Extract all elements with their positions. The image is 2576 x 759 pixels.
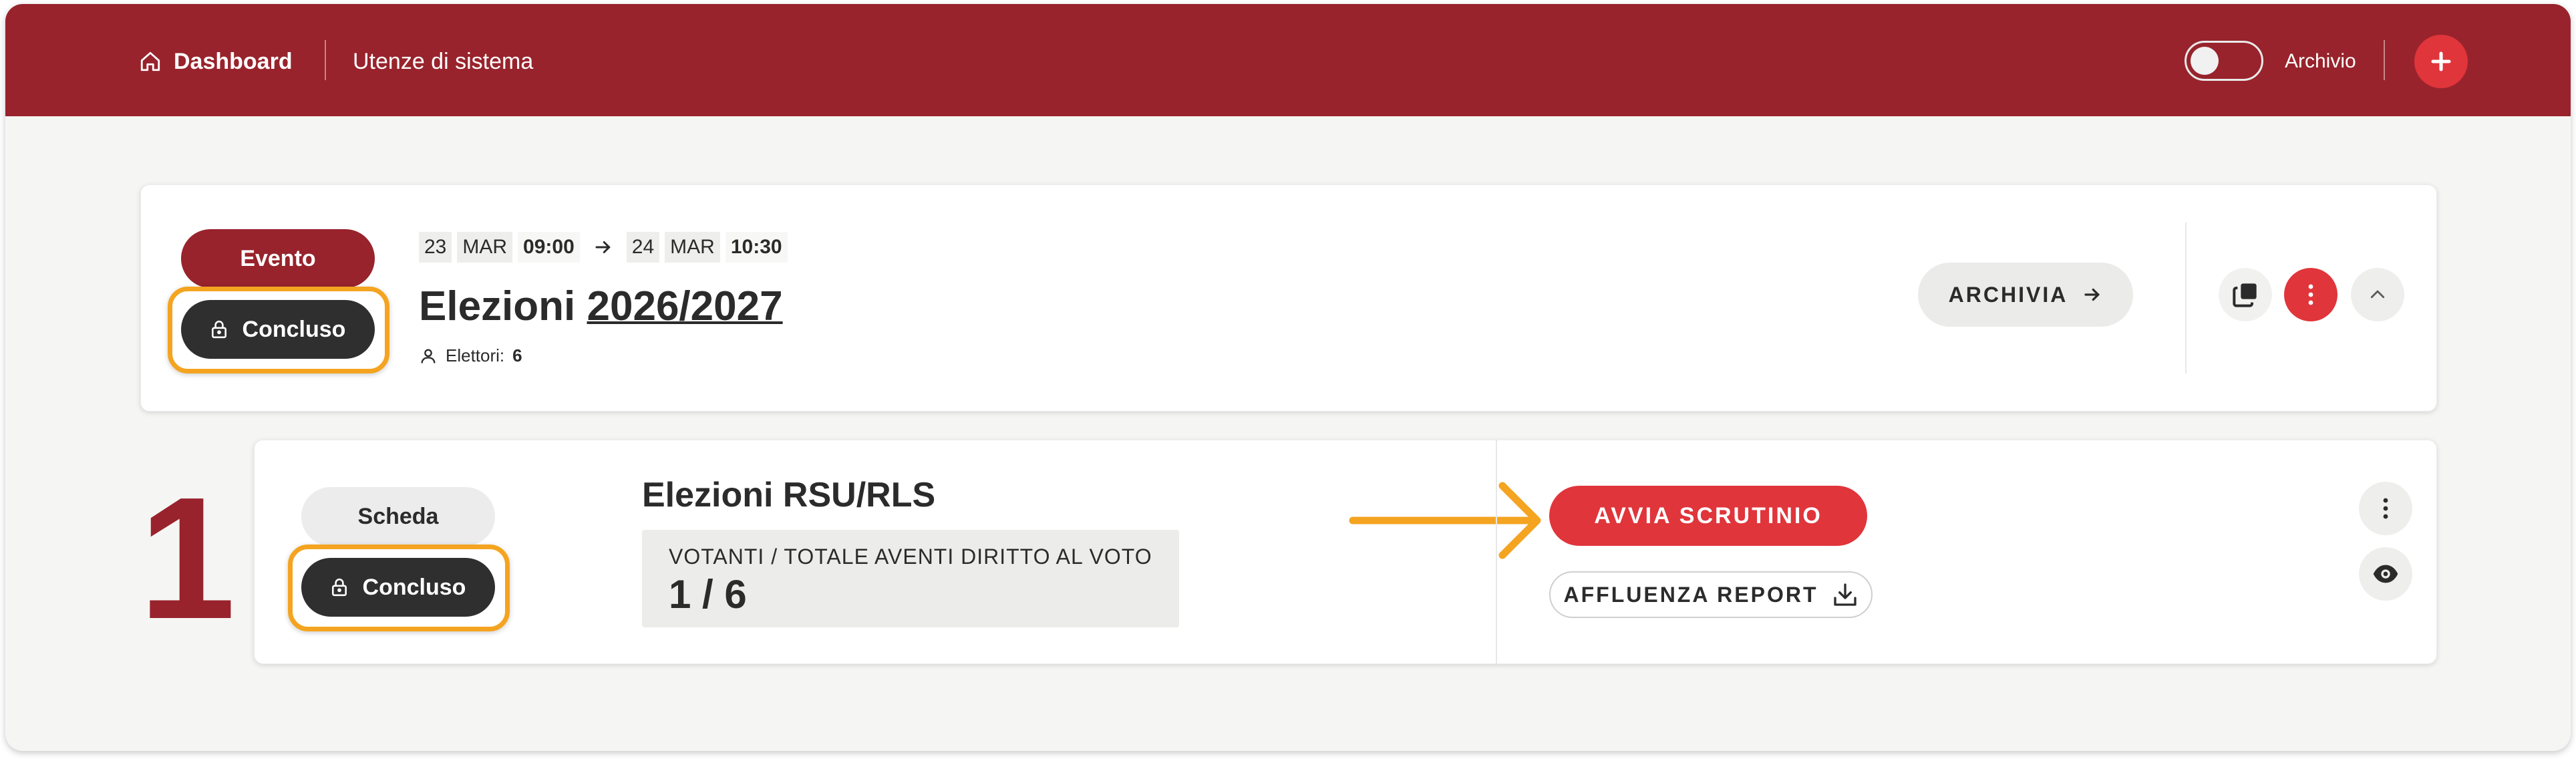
toggle-knob	[2191, 47, 2219, 75]
nav-system-users-label: Utenze di sistema	[353, 48, 534, 74]
archive-button[interactable]: ARCHIVIA	[1918, 263, 2133, 327]
event-type-badge: Evento	[181, 229, 375, 288]
event-title-prefix: Elezioni	[419, 283, 576, 329]
turnout-report-label: AFFLUENZA REPORT	[1563, 582, 1818, 607]
ballot-title: Elezioni RSU/RLS	[642, 476, 936, 514]
turnout-value: 1 / 6	[669, 572, 747, 617]
preview-button[interactable]	[2359, 547, 2412, 601]
header-divider	[2384, 40, 2385, 80]
event-more-menu-button[interactable]	[2284, 268, 2338, 321]
end-time: 10:30	[725, 232, 788, 263]
end-day: 24	[626, 232, 660, 263]
collapse-button[interactable]	[2351, 268, 2404, 321]
voters-value: 6	[512, 345, 522, 365]
turnout-label: VOTANTI / TOTALE AVENTI DIRITTO AL VOTO	[669, 545, 1152, 569]
vertical-divider	[2185, 222, 2187, 373]
ballot-card: Scheda Concluso Elezioni RSU/RLS VOTANTI…	[254, 440, 2437, 665]
ballot-type-badge: Scheda	[301, 487, 495, 546]
event-title: Elezioni 2026/2027	[419, 283, 783, 330]
archive-button-label: ARCHIVIA	[1948, 282, 2068, 307]
add-button[interactable]	[2414, 35, 2468, 88]
kebab-menu-icon	[2308, 284, 2313, 305]
lock-icon	[331, 578, 347, 597]
callout-arrow-icon	[1349, 482, 1541, 559]
voters-count: Elettori: 6	[419, 345, 522, 366]
download-icon	[1833, 583, 1857, 606]
arrow-right-icon	[595, 241, 611, 253]
turnout-box: VOTANTI / TOTALE AVENTI DIRITTO AL VOTO …	[642, 530, 1179, 627]
turnout-report-button[interactable]: AFFLUENZA REPORT	[1549, 571, 1873, 618]
chevron-up-icon	[2370, 290, 2385, 299]
archive-toggle-label: Archivio	[2285, 50, 2356, 72]
nav-dashboard-label: Dashboard	[174, 48, 293, 74]
start-count-button[interactable]: AVVIA SCRUTINIO	[1549, 486, 1867, 546]
event-status-label: Concluso	[242, 316, 346, 342]
vertical-divider	[1496, 440, 1497, 665]
ballot-status-badge: Concluso	[301, 558, 495, 617]
archive-toggle[interactable]	[2185, 41, 2263, 81]
event-card: Evento Concluso 23 MAR 09:00 24 MAR 10:3…	[140, 184, 2437, 412]
ballot-more-menu-button[interactable]	[2359, 482, 2412, 535]
nav-system-users-link[interactable]: Utenze di sistema	[353, 48, 533, 75]
kebab-menu-icon	[2383, 498, 2388, 519]
duplicate-button[interactable]	[2219, 268, 2272, 321]
nav-divider	[325, 40, 326, 80]
plus-icon	[2431, 51, 2451, 71]
arrow-right-icon	[2084, 288, 2100, 301]
end-month: MAR	[665, 232, 720, 263]
start-month: MAR	[457, 232, 513, 263]
lock-icon	[211, 320, 226, 339]
event-status-badge: Concluso	[181, 300, 375, 359]
start-time: 09:00	[518, 232, 580, 263]
event-date-range: 23 MAR 09:00 24 MAR 10:30	[419, 232, 788, 263]
user-icon	[421, 349, 436, 363]
top-navbar: Dashboard Utenze di sistema Archivio	[5, 4, 2571, 116]
home-icon	[140, 51, 160, 71]
voters-label: Elettori:	[446, 345, 505, 365]
event-title-year-link[interactable]: 2026/2027	[587, 283, 783, 329]
app-window: Dashboard Utenze di sistema Archivio Eve…	[5, 4, 2571, 751]
copy-icon	[2233, 283, 2257, 307]
nav-dashboard-link[interactable]: Dashboard	[139, 48, 293, 75]
ballot-status-label: Concluso	[362, 574, 466, 600]
ballot-number: 1	[139, 462, 236, 655]
eye-icon	[2373, 565, 2398, 583]
start-day: 23	[419, 232, 452, 263]
